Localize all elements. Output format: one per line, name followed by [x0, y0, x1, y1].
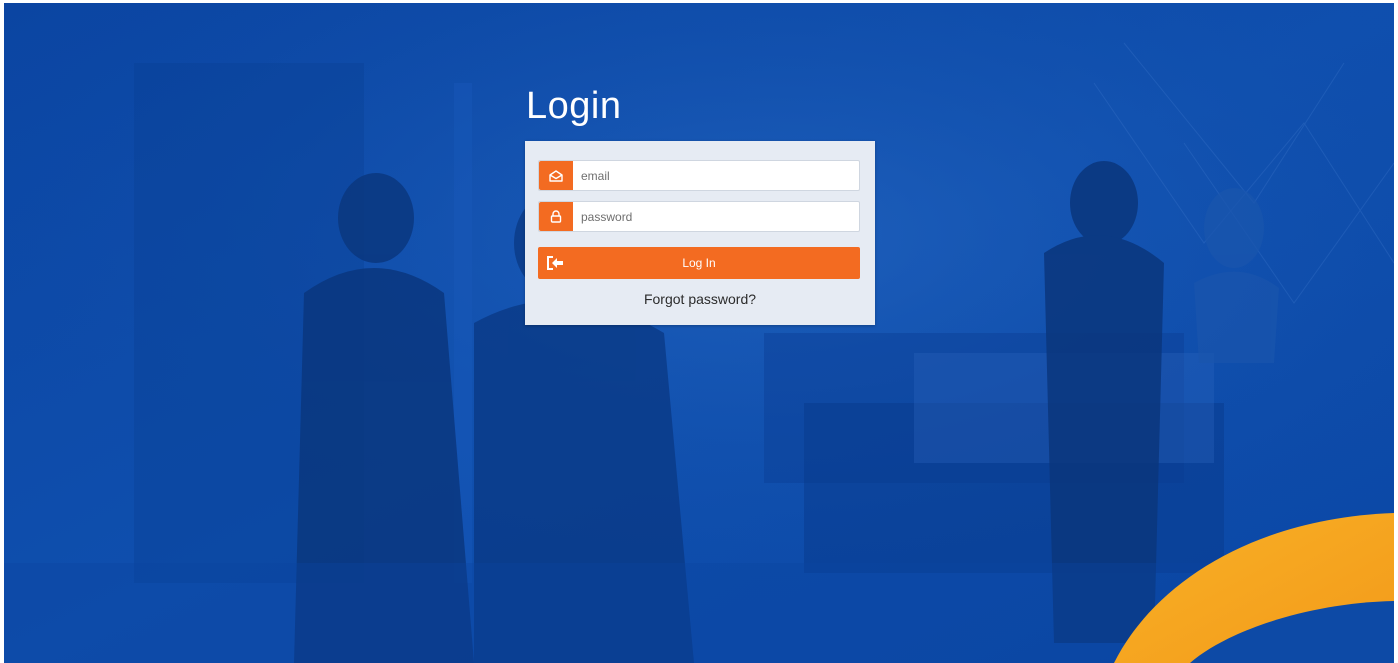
lock-icon — [539, 202, 573, 231]
login-page: Login email Log In Forgot password? — [4, 3, 1394, 663]
background-photo — [4, 3, 1394, 663]
login-card: Log In Forgot password? — [525, 141, 875, 325]
password-field — [538, 201, 860, 232]
login-button[interactable]: Log In — [538, 247, 860, 279]
password-input[interactable] — [573, 202, 859, 231]
login-button-label: Log In — [682, 256, 716, 270]
email-input[interactable] — [573, 161, 859, 190]
envelope-icon — [539, 161, 573, 190]
email-field — [538, 160, 860, 191]
forgot-password-link[interactable]: Forgot password? — [525, 291, 875, 307]
page-title: Login — [526, 85, 622, 127]
